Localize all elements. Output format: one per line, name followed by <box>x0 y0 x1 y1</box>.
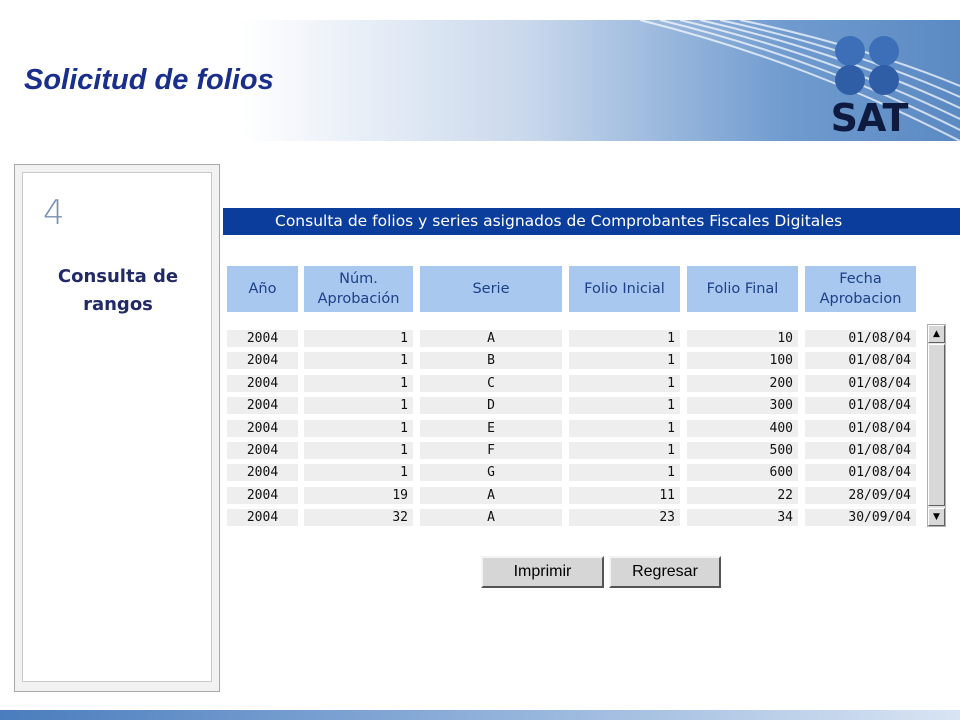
cell-initial-folio: 1 <box>569 397 680 414</box>
cell-approval-number: 1 <box>304 330 413 347</box>
table-scrollbar[interactable]: ▲ ▼ <box>927 324 946 527</box>
column-header-approval-date-line1: Fecha <box>839 271 882 287</box>
cell-approval-date: 01/08/04 <box>805 397 916 414</box>
cell-final-folio: 200 <box>687 375 798 392</box>
column-header-year: Año <box>227 266 298 312</box>
column-header-approval-number: Núm. Aprobación <box>304 266 413 312</box>
cell-approval-number: 32 <box>304 509 413 526</box>
cell-approval-number: 1 <box>304 397 413 414</box>
column-header-approval-date: Fecha Aprobacion <box>805 266 916 312</box>
scroll-down-button[interactable]: ▼ <box>928 508 945 526</box>
cell-year: 2004 <box>227 397 298 414</box>
step-panel-inner: 4 Consulta de rangos <box>22 172 212 682</box>
cell-approval-date: 01/08/04 <box>805 352 916 369</box>
cell-final-folio: 100 <box>687 352 798 369</box>
column-header-series: Serie <box>420 266 562 312</box>
column-header-approval-date-line2: Aprobacion <box>819 291 902 307</box>
cell-series: G <box>420 464 562 481</box>
cell-year: 2004 <box>227 487 298 504</box>
cell-approval-date: 30/09/04 <box>805 509 916 526</box>
cell-series: C <box>420 375 562 392</box>
cell-final-folio: 400 <box>687 420 798 437</box>
cell-final-folio: 22 <box>687 487 798 504</box>
cell-approval-number: 19 <box>304 487 413 504</box>
cell-approval-date: 01/08/04 <box>805 442 916 459</box>
cell-series: A <box>420 487 562 504</box>
cell-year: 2004 <box>227 375 298 392</box>
cell-approval-number: 1 <box>304 442 413 459</box>
table-title: Consulta de folios y series asignados de… <box>223 208 960 235</box>
cell-year: 2004 <box>227 464 298 481</box>
cell-year: 2004 <box>227 352 298 369</box>
footer-bar <box>0 710 960 720</box>
cell-series: D <box>420 397 562 414</box>
cell-series: A <box>420 330 562 347</box>
cell-series: F <box>420 442 562 459</box>
column-header-final-folio-label: Folio Final <box>706 281 779 297</box>
cell-initial-folio: 1 <box>569 330 680 347</box>
cell-approval-number: 1 <box>304 352 413 369</box>
cell-year: 2004 <box>227 420 298 437</box>
arrow-down-icon: ▼ <box>933 512 940 522</box>
cell-series: A <box>420 509 562 526</box>
cell-year: 2004 <box>227 442 298 459</box>
cell-final-folio: 10 <box>687 330 798 347</box>
cell-initial-folio: 1 <box>569 464 680 481</box>
cell-initial-folio: 1 <box>569 420 680 437</box>
column-header-initial-folio-label: Folio Inicial <box>584 281 665 297</box>
step-panel: 4 Consulta de rangos <box>14 164 220 692</box>
cell-series: E <box>420 420 562 437</box>
arrow-up-icon: ▲ <box>933 329 940 339</box>
cell-initial-folio: 1 <box>569 375 680 392</box>
cell-initial-folio: 1 <box>569 352 680 369</box>
cell-approval-date: 01/08/04 <box>805 375 916 392</box>
sat-logo-text: SAT <box>830 96 909 140</box>
step-label-line2: rangos <box>83 294 153 315</box>
cell-series: B <box>420 352 562 369</box>
step-label: Consulta de rangos <box>23 263 213 319</box>
cell-approval-number: 1 <box>304 375 413 392</box>
column-header-approval-number-line1: Núm. <box>339 271 378 287</box>
step-label-line1: Consulta de <box>57 266 179 287</box>
column-header-series-label: Serie <box>472 281 510 297</box>
cell-initial-folio: 1 <box>569 442 680 459</box>
sat-four-dots-logo-icon <box>835 36 899 95</box>
cell-year: 2004 <box>227 330 298 347</box>
cell-approval-date: 01/08/04 <box>805 420 916 437</box>
cell-approval-number: 1 <box>304 420 413 437</box>
step-number: 4 <box>43 193 65 233</box>
cell-approval-date: 28/09/04 <box>805 487 916 504</box>
cell-approval-date: 01/08/04 <box>805 464 916 481</box>
cell-final-folio: 600 <box>687 464 798 481</box>
cell-final-folio: 500 <box>687 442 798 459</box>
cell-year: 2004 <box>227 509 298 526</box>
column-header-final-folio: Folio Final <box>687 266 798 312</box>
cell-approval-date: 01/08/04 <box>805 330 916 347</box>
cell-final-folio: 34 <box>687 509 798 526</box>
cell-approval-number: 1 <box>304 464 413 481</box>
scroll-up-button[interactable]: ▲ <box>928 325 945 343</box>
sat-logo: SAT <box>800 32 940 140</box>
cell-initial-folio: 11 <box>569 487 680 504</box>
column-header-year-label: Año <box>248 281 277 297</box>
column-header-initial-folio: Folio Inicial <box>569 266 680 312</box>
cell-final-folio: 300 <box>687 397 798 414</box>
cell-initial-folio: 23 <box>569 509 680 526</box>
back-button[interactable]: Regresar <box>609 556 721 588</box>
scroll-thumb[interactable] <box>928 344 945 506</box>
print-button[interactable]: Imprimir <box>481 556 604 588</box>
column-header-approval-number-line2: Aprobación <box>317 291 400 307</box>
page-title: Solicitud de folios <box>24 64 274 96</box>
